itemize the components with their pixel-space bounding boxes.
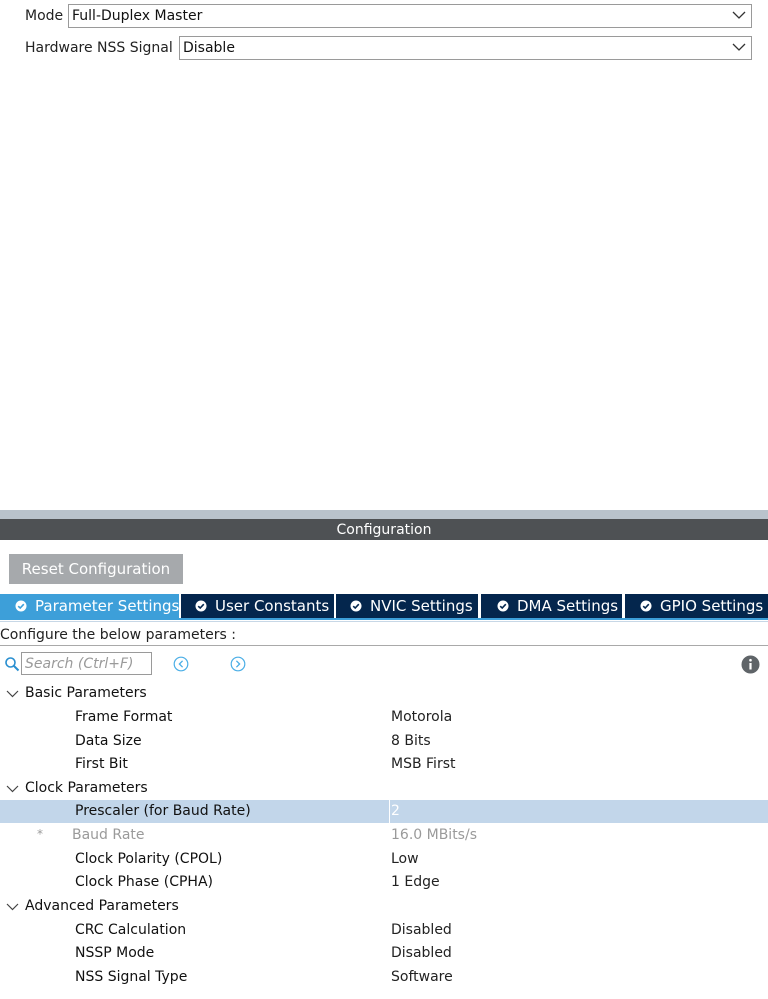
param-name: CRC Calculation	[75, 922, 187, 938]
param-name: Data Size	[75, 733, 142, 749]
param-name: Clock Polarity (CPOL)	[75, 851, 223, 867]
mode-row: Mode Full-Duplex Master	[0, 4, 768, 30]
check-circle-icon	[195, 600, 207, 612]
group-basic-parameters[interactable]: Basic Parameters	[0, 682, 768, 705]
mode-label: Mode	[25, 8, 64, 24]
tab-user-constants[interactable]: User Constants	[181, 594, 334, 618]
param-name: Clock Phase (CPHA)	[75, 874, 213, 890]
mode-select[interactable]: Full-Duplex Master	[68, 4, 752, 28]
derived-marker: *	[37, 827, 43, 841]
nss-select[interactable]: Disable	[179, 36, 752, 60]
tabs-underline-shadow	[0, 621, 768, 622]
tab-label: NVIC Settings	[370, 597, 473, 615]
param-name: Prescaler (for Baud Rate)	[75, 803, 251, 819]
param-value[interactable]: 2	[391, 803, 400, 819]
chevron-down-icon	[732, 43, 746, 51]
chevron-down-icon	[732, 11, 746, 19]
check-circle-icon	[350, 600, 362, 612]
tab-label: Parameter Settings	[35, 597, 180, 615]
info-icon[interactable]	[741, 655, 760, 674]
configuration-header: Configuration	[0, 519, 768, 540]
tab-nvic-settings[interactable]: NVIC Settings	[336, 594, 478, 618]
check-circle-icon	[640, 600, 652, 612]
tabs-underline	[0, 618, 768, 620]
param-row-crc-calculation[interactable]: CRC Calculation Disabled	[0, 919, 768, 942]
param-value[interactable]: Software	[391, 969, 453, 985]
param-row-clock-phase[interactable]: Clock Phase (CPHA) 1 Edge	[0, 871, 768, 894]
tab-dma-settings[interactable]: DMA Settings	[481, 594, 622, 618]
tab-parameter-settings[interactable]: Parameter Settings	[0, 594, 179, 618]
param-row-first-bit[interactable]: First Bit MSB First	[0, 753, 768, 776]
param-name: Baud Rate	[72, 827, 145, 843]
tab-label: User Constants	[215, 597, 330, 615]
chevron-down-icon[interactable]	[6, 687, 19, 700]
column-divider	[389, 800, 390, 823]
reset-configuration-button[interactable]: Reset Configuration	[9, 554, 183, 584]
search-input[interactable]	[21, 652, 152, 675]
param-value[interactable]: Low	[391, 851, 419, 867]
previous-match-icon[interactable]	[173, 656, 189, 672]
chevron-down-icon[interactable]	[6, 782, 19, 795]
param-value[interactable]: Motorola	[391, 709, 452, 725]
group-label: Clock Parameters	[25, 780, 148, 796]
tab-label: DMA Settings	[517, 597, 619, 615]
tab-gpio-settings[interactable]: GPIO Settings	[625, 594, 768, 618]
config-tabs: Parameter Settings User Constants NVIC S…	[0, 594, 768, 618]
param-name: Frame Format	[75, 709, 173, 725]
config-hint: Configure the below parameters :	[0, 627, 236, 643]
param-value[interactable]: Disabled	[391, 922, 452, 938]
nss-label: Hardware NSS Signal	[25, 40, 173, 56]
param-row-nss-signal-type[interactable]: NSS Signal Type Software	[0, 966, 768, 989]
group-label: Advanced Parameters	[25, 898, 179, 914]
param-name: First Bit	[75, 756, 128, 772]
param-value[interactable]: 1 Edge	[391, 874, 440, 890]
mode-select-value: Full-Duplex Master	[72, 8, 203, 24]
param-value[interactable]: Disabled	[391, 945, 452, 961]
panel-splitter[interactable]	[0, 510, 768, 519]
param-name: NSS Signal Type	[75, 969, 188, 985]
param-value[interactable]: 8 Bits	[391, 733, 431, 749]
nss-select-value: Disable	[183, 40, 235, 56]
group-clock-parameters[interactable]: Clock Parameters	[0, 777, 768, 800]
check-circle-icon	[15, 600, 27, 612]
param-name: NSSP Mode	[75, 945, 155, 961]
check-circle-icon	[497, 600, 509, 612]
group-advanced-parameters[interactable]: Advanced Parameters	[0, 895, 768, 918]
param-row-data-size[interactable]: Data Size 8 Bits	[0, 730, 768, 753]
group-label: Basic Parameters	[25, 685, 147, 701]
param-row-baud-rate: * Baud Rate 16.0 MBits/s	[0, 824, 768, 847]
param-row-frame-format[interactable]: Frame Format Motorola	[0, 706, 768, 729]
next-match-icon[interactable]	[230, 656, 246, 672]
nss-row: Hardware NSS Signal Disable	[0, 36, 768, 62]
param-row-prescaler[interactable]: Prescaler (for Baud Rate) 2	[0, 800, 768, 823]
param-row-nssp-mode[interactable]: NSSP Mode Disabled	[0, 942, 768, 965]
param-value[interactable]: MSB First	[391, 756, 455, 772]
param-value: 16.0 MBits/s	[391, 827, 477, 843]
param-row-clock-polarity[interactable]: Clock Polarity (CPOL) Low	[0, 848, 768, 871]
search-icon[interactable]	[4, 656, 20, 672]
divider	[0, 645, 768, 646]
chevron-down-icon[interactable]	[6, 900, 19, 913]
tab-label: GPIO Settings	[660, 597, 764, 615]
